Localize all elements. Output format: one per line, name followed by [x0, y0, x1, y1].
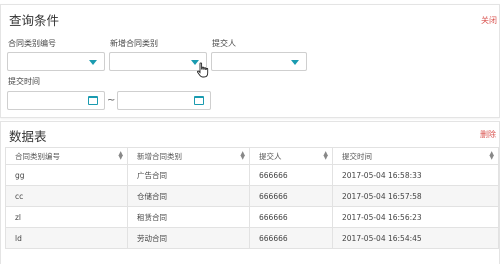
sort-icon[interactable]: ▲ ▼	[240, 151, 245, 161]
collapse-link[interactable]: 关闭	[481, 15, 497, 26]
table-header-row: 合同类别编号 ▲ ▼ 新增合同类别 ▲ ▼ 提交人 ▲ ▼ 提交时间 ▲ ▼	[5, 147, 499, 165]
contract-type-code-label: 合同类别编号	[8, 39, 56, 48]
column-header-label: 合同类别编号	[15, 151, 60, 161]
table-cell: cc	[5, 185, 128, 207]
table-cell: zl	[5, 206, 128, 228]
table-cell: 666666	[249, 206, 333, 228]
caret-down-icon	[291, 60, 299, 65]
start-date-input[interactable]	[7, 91, 105, 110]
table-cell: 2017-05-04 16:57:58	[332, 185, 499, 207]
caret-down-icon	[89, 60, 97, 65]
table-cell: 2017-05-04 16:56:23	[332, 206, 499, 228]
column-header-label: 新增合同类别	[137, 151, 182, 161]
table-row[interactable]: gg 广告合同 666666 2017-05-04 16:58:33	[5, 164, 499, 186]
new-contract-type-label: 新增合同类别	[110, 39, 158, 48]
table-cell: 2017-05-04 16:58:33	[332, 164, 499, 186]
hand-pointer-icon	[197, 62, 209, 78]
sort-icon[interactable]: ▲ ▼	[489, 151, 494, 161]
table-cell: gg	[5, 164, 128, 186]
table-cell: 仓储合同	[127, 185, 250, 207]
table-cell: ld	[5, 227, 128, 249]
table-row[interactable]: zl 租赁合同 666666 2017-05-04 16:56:23	[5, 206, 499, 228]
sort-icon[interactable]: ▲ ▼	[118, 151, 123, 161]
table-row[interactable]: ld 劳动合同 666666 2017-05-04 16:54:45	[5, 227, 499, 249]
column-header-label: 提交时间	[342, 151, 372, 161]
table-cell: 2017-05-04 16:54:45	[332, 227, 499, 249]
table-row[interactable]: cc 仓储合同 666666 2017-05-04 16:57:58	[5, 185, 499, 207]
submitter-select[interactable]	[211, 52, 307, 71]
submit-time-label: 提交时间	[8, 77, 40, 86]
calendar-icon[interactable]	[88, 96, 98, 105]
submitter-label: 提交人	[212, 39, 236, 48]
table-cell: 666666	[249, 164, 333, 186]
column-header[interactable]: 提交人 ▲ ▼	[249, 147, 333, 165]
table-panel: 数据表 删除 合同类别编号 ▲ ▼ 新增合同类别 ▲ ▼ 提交人 ▲ ▼ 提交时间 ▲ ▼ gg…	[0, 121, 500, 264]
table-cell: 666666	[249, 185, 333, 207]
table-cell: 劳动合同	[127, 227, 250, 249]
table-cell: 广告合同	[127, 164, 250, 186]
query-panel-title: 查询条件	[9, 13, 60, 28]
table-cell: 666666	[249, 227, 333, 249]
end-date-input[interactable]	[117, 91, 211, 110]
column-header[interactable]: 合同类别编号 ▲ ▼	[5, 147, 128, 165]
calendar-icon[interactable]	[194, 96, 204, 105]
column-header[interactable]: 提交时间 ▲ ▼	[332, 147, 499, 165]
data-table: 合同类别编号 ▲ ▼ 新增合同类别 ▲ ▼ 提交人 ▲ ▼ 提交时间 ▲ ▼ gg 广告合同 6…	[5, 147, 499, 249]
new-contract-type-select[interactable]	[109, 52, 207, 71]
date-range-separator: ~	[107, 95, 116, 106]
table-panel-title: 数据表	[9, 129, 47, 144]
delete-link[interactable]: 删除	[480, 129, 496, 140]
table-cell: 租赁合同	[127, 206, 250, 228]
query-panel: 查询条件 关闭 合同类别编号 新增合同类别 提交人 提交时间 ~	[0, 4, 500, 118]
contract-type-code-select[interactable]	[7, 52, 105, 71]
sort-icon[interactable]: ▲ ▼	[323, 151, 328, 161]
column-header[interactable]: 新增合同类别 ▲ ▼	[127, 147, 250, 165]
column-header-label: 提交人	[259, 151, 282, 161]
